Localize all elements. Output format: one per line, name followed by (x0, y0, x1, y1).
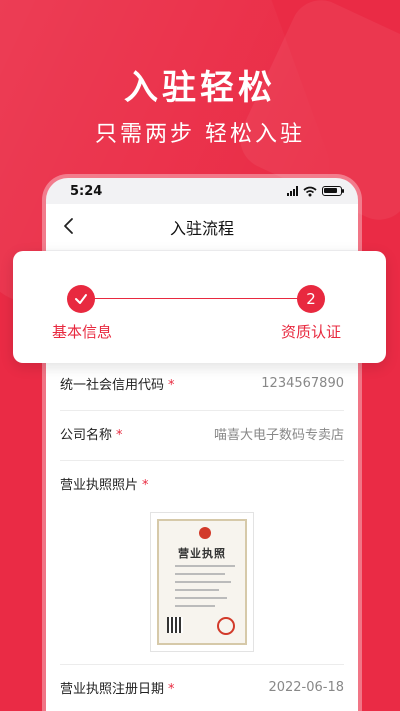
license-text-line (175, 597, 227, 599)
field-label: 公司名称 (60, 428, 113, 443)
step-2-label: 资质认证 (281, 323, 342, 341)
credit-code-value[interactable]: 1234567890 (261, 376, 344, 391)
wifi-icon (303, 186, 317, 196)
license-text-line (175, 581, 231, 583)
page-title: 入驻流程 (169, 219, 234, 238)
field-label: 统一社会信用代码 (60, 378, 165, 393)
banner-subline: 只需两步 轻松入驻 (95, 122, 305, 147)
check-icon (75, 294, 87, 304)
field-label-container: 统一社会信用代码 * (60, 374, 175, 393)
field-label-container: 公司名称 * (60, 424, 123, 443)
required-mark: * (116, 428, 123, 443)
field-label-container: 营业执照照片 * (60, 474, 149, 493)
step-2-indicator: 2 (297, 285, 325, 313)
license-text-line (175, 573, 225, 575)
field-label: 营业执照照片 (60, 478, 139, 493)
status-bar: 5:24 (46, 178, 358, 204)
qr-code-icon (167, 617, 183, 633)
company-name-value[interactable]: 喵喜大电子数码专卖店 (214, 424, 344, 443)
registration-date-value[interactable]: 2022-06-18 (268, 680, 344, 695)
divider (60, 460, 344, 461)
divider (60, 664, 344, 665)
seal-icon (217, 617, 235, 635)
step-connector-line (81, 298, 311, 299)
signal-icon (287, 186, 298, 196)
step-progress-card: 2 基本信息 资质认证 (13, 251, 386, 363)
status-icons (287, 186, 344, 197)
license-text-line (175, 589, 219, 591)
divider (60, 410, 344, 411)
license-text-line (175, 605, 215, 607)
form-row-company-name[interactable]: 公司名称 * 喵喜大电子数码专卖店 (60, 424, 344, 443)
back-arrow-icon[interactable] (60, 216, 80, 236)
form-row-credit-code[interactable]: 统一社会信用代码 * 1234567890 (60, 374, 344, 393)
status-time: 5:24 (70, 183, 103, 199)
field-label-container: 营业执照注册日期 * (60, 678, 175, 697)
qualification-form: 统一社会信用代码 * 1234567890 公司名称 * 喵喜大电子数码专卖店 营业… (46, 360, 358, 711)
form-row-registration-date[interactable]: 营业执照注册日期 * 2022-06-18 (60, 678, 344, 697)
license-image: 营业执照 (157, 519, 247, 645)
license-photo[interactable]: 营业执照 (150, 512, 254, 652)
field-label: 营业执照注册日期 (60, 682, 165, 697)
step-1-indicator (67, 285, 95, 313)
nav-bar: 入驻流程 (46, 204, 358, 250)
license-text-line (175, 565, 235, 567)
banner-headline: 入驻轻松 (124, 68, 276, 108)
license-title: 营业执照 (178, 547, 226, 560)
step-1-label: 基本信息 (52, 323, 113, 341)
form-row-license-photo: 营业执照照片 * (60, 474, 344, 493)
required-mark: * (168, 682, 175, 697)
battery-icon (322, 186, 344, 196)
required-mark: * (168, 378, 175, 393)
emblem-icon (199, 527, 211, 539)
required-mark: * (142, 478, 149, 493)
